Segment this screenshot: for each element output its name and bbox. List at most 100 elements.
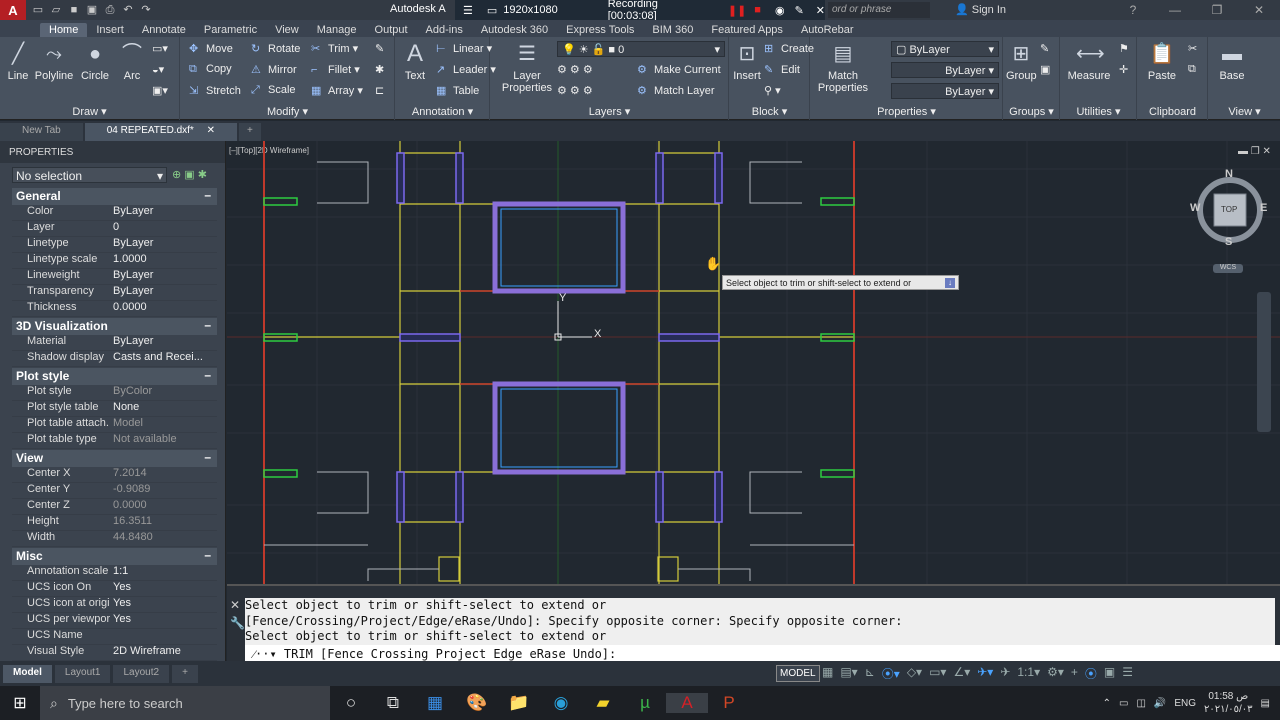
props-row-value[interactable]: ByLayer [110,335,217,350]
props-row[interactable]: Plot style table None [12,401,217,417]
selection-dropdown[interactable]: No selection ▾ [12,167,167,183]
group-edit-icon[interactable]: ▣ [1040,63,1050,76]
file-explorer-icon[interactable]: 📁 [498,693,540,713]
erase-icon[interactable]: ✎ [375,42,384,55]
isodraft-icon[interactable]: ◇▾ [907,665,922,682]
rotate-button[interactable]: ↻ Rotate [251,42,300,55]
props-row-value[interactable]: Casts and Recei... [110,351,217,366]
props-row-value[interactable]: 2D Wireframe [110,645,217,660]
grid-icon[interactable]: ▦ [822,665,833,682]
color-dropdown[interactable]: ▢ ByLayer ▾ [891,41,999,57]
props-row-value[interactable]: 7.2014 [110,467,217,482]
help-icon[interactable]: ? [1112,3,1154,17]
props-row-value[interactable]: ByLayer [110,269,217,284]
ribbon-tab-bim-360[interactable]: BIM 360 [643,23,702,37]
calculator-icon[interactable]: ▦ [414,693,456,713]
network-icon[interactable]: ◫ [1136,698,1145,709]
layer-dropdown[interactable]: 💡 ☀ 🔓 ■ 0 ▾ [557,41,725,57]
draw-panel-title[interactable]: Draw ▾ [0,105,179,118]
plot-icon[interactable]: ⎙ [102,3,118,17]
hatch-icon[interactable]: ◒▾ [152,63,164,76]
props-row[interactable]: Linetype ByLayer [12,237,217,253]
props-row-value[interactable]: Yes [110,581,217,596]
props-row[interactable]: Lineweight ByLayer [12,269,217,285]
open-file-icon[interactable]: ▱ [48,3,64,17]
ortho-icon[interactable]: ⊾ [865,665,875,682]
active-doc-tab[interactable]: 04 REPEATED.dxf* ✕ [84,123,237,141]
customize-icon[interactable]: ☰ [1122,665,1133,682]
dynamic-ucs-icon[interactable]: ✈▾ [977,665,993,682]
ribbon-tab-featured-apps[interactable]: Featured Apps [702,23,792,37]
text-button[interactable]: A Text [400,41,430,83]
block-panel-title[interactable]: Block ▾ [730,105,809,118]
props-row-value[interactable]: 0.0000 [110,499,217,514]
props-row-value[interactable]: ByColor [110,385,217,400]
view-panel-title[interactable]: View ▾ [1209,105,1280,118]
table-button[interactable]: ▦ Table [436,84,479,97]
menu-icon[interactable]: ☰ [463,4,473,17]
props-row[interactable]: Linetype scale 1.0000 [12,253,217,269]
props-row[interactable]: Transparency ByLayer [12,285,217,301]
pen-icon[interactable]: ✎ [795,4,804,17]
clock[interactable]: 01:58 ص ٢٠٢١/٠٥/٠٣ [1204,690,1253,716]
otrack-icon[interactable]: ∠▾ [953,665,970,682]
autocad-taskbar-icon[interactable]: A [666,693,708,713]
props-row-value[interactable] [110,629,217,644]
camera-icon[interactable]: ◉ [775,4,785,17]
close-tab-icon[interactable]: ✕ [207,125,215,136]
add-tab-icon[interactable]: + [238,123,261,141]
props-row[interactable]: Plot table type Not available [12,433,217,449]
ribbon-tab-view[interactable]: View [266,23,308,37]
new-file-icon[interactable]: ▭ [30,3,46,17]
props-row-value[interactable]: Yes [110,597,217,612]
copy-clip-icon[interactable]: ⧉ [1188,63,1196,76]
props-row[interactable]: UCS icon On Yes [12,581,217,597]
navigation-bar[interactable] [1257,292,1271,432]
props-row[interactable]: Visual Style 2D Wireframe [12,645,217,661]
tooltip-arrow-icon[interactable]: ↓ [945,278,955,288]
props-row[interactable]: UCS icon at origin Yes [12,597,217,613]
layout1-tab[interactable]: Layout1 [54,664,111,683]
array-button[interactable]: ▦ Array ▾ [311,84,363,97]
paint-icon[interactable]: 🎨 [456,693,498,713]
mirror-button[interactable]: ⚠ Mirror [251,63,297,76]
match-layer-button[interactable]: ⚙ Match Layer [637,84,715,97]
viewcube-north[interactable]: N [1225,168,1233,180]
viewcube[interactable]: N S E W TOP [1190,168,1268,248]
props-row-value[interactable]: ByLayer [110,205,217,220]
isolate-objects-icon[interactable]: ⦿ [1085,665,1097,682]
close-viewport-icon[interactable]: ✕ [1263,146,1271,157]
ribbon-tab-add-ins[interactable]: Add-ins [417,23,472,37]
ribbon-tab-autodesk-360[interactable]: Autodesk 360 [472,23,557,37]
customize-command-icon[interactable]: 🔧 [230,616,245,630]
arc-button[interactable]: ⌒ Arc [118,41,146,82]
props-section-header[interactable]: 3D Visualization [12,318,217,335]
edit-block-button[interactable]: ✎ Edit [764,63,800,76]
props-row-value[interactable]: 44.8480 [110,531,217,546]
props-row[interactable]: UCS per viewport Yes [12,613,217,629]
layers-panel-title[interactable]: Layers ▾ [491,105,728,118]
viewcube-west[interactable]: W [1190,202,1200,214]
props-row[interactable]: Center X 7.2014 [12,467,217,483]
plus-icon[interactable]: + [1071,665,1078,682]
create-block-button[interactable]: ⊞ Create [764,42,814,55]
ribbon-tab-express-tools[interactable]: Express Tools [557,23,643,37]
props-section-header[interactable]: View [12,450,217,467]
cortana-icon[interactable]: ○ [330,693,372,713]
props-row-value[interactable]: Not available [110,433,217,448]
ribbon-tab-parametric[interactable]: Parametric [195,23,266,37]
props-row[interactable]: Layer 0 [12,221,217,237]
cut-icon[interactable]: ✂ [1188,42,1197,55]
annotation-visibility-icon[interactable]: ✈ [1000,665,1010,682]
annotation-scale[interactable]: 1:1▾ [1017,665,1040,682]
linetype-dropdown[interactable]: ByLayer ▾ [891,62,999,78]
scale-button[interactable]: ⤢ Scale [251,84,296,97]
notifications-icon[interactable]: ▤ [1261,698,1270,709]
model-space-button[interactable]: MODEL [776,665,820,682]
utilities-panel-title[interactable]: Utilities ▾ [1061,105,1136,118]
layer-properties-button[interactable]: ☰ Layer Properties [501,41,553,94]
redo-icon[interactable]: ↷ [138,3,154,17]
annotation-panel-title[interactable]: Annotation ▾ [396,105,489,118]
quick-select-icon[interactable]: ⚑ [1119,42,1129,55]
drawing-canvas[interactable]: [–][Top][2D Wireframe] Y X ✋ ↓ Select ob… [227,141,1280,584]
